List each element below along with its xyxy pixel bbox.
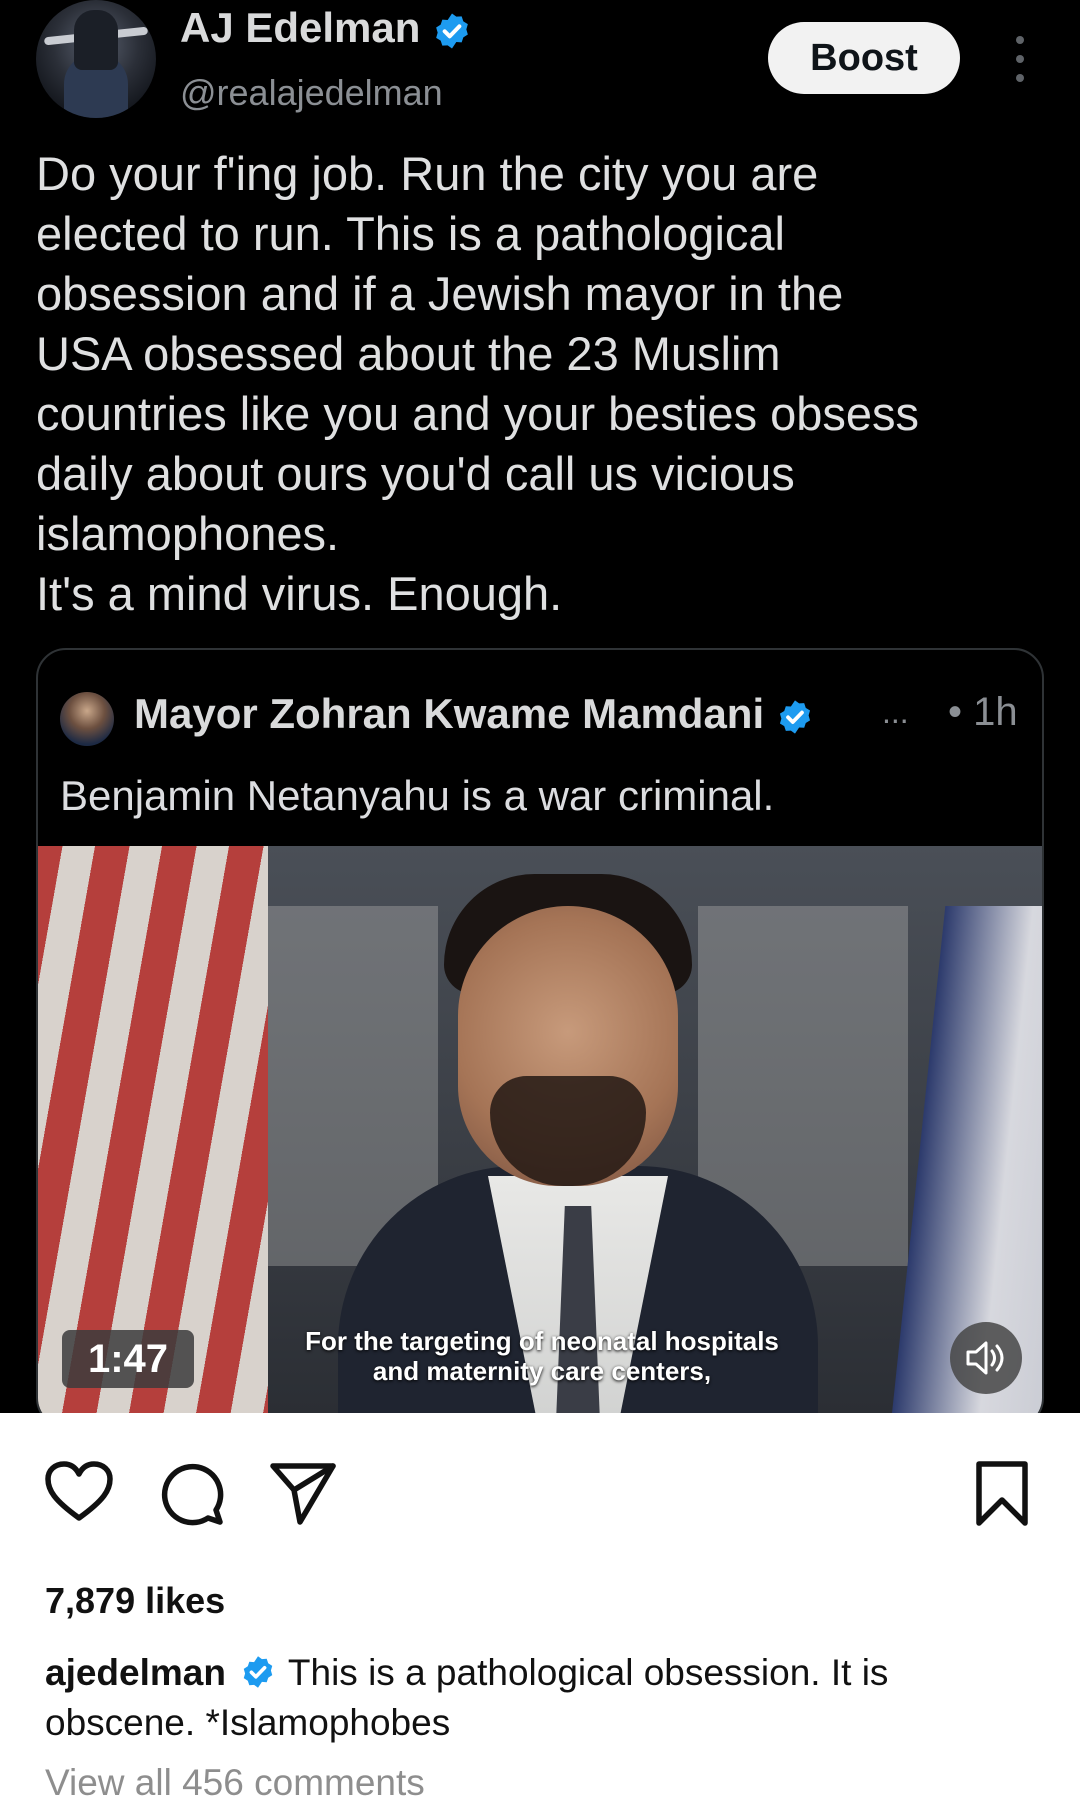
quote-author-avatar[interactable] <box>60 692 114 746</box>
quote-author[interactable]: Mayor Zohran Kwame Mamdani <box>134 690 814 738</box>
bookmark-icon[interactable] <box>974 1460 1030 1528</box>
tweet-line: countries like you and your besties obse… <box>36 387 920 440</box>
comment-icon[interactable] <box>158 1460 226 1528</box>
quote-author-name[interactable]: Mayor Zohran Kwame Mamdani <box>134 690 764 737</box>
boost-button[interactable]: Boost <box>768 22 960 94</box>
tweet-body: Do your f'ing job. Run the city you are … <box>36 144 1056 624</box>
quote-timestamp[interactable]: • 1h <box>948 690 1018 735</box>
quoted-tweet[interactable]: Mayor Zohran Kwame Mamdani ... • 1h Benj… <box>36 648 1044 1413</box>
author-avatar[interactable] <box>36 0 156 118</box>
verified-badge-icon <box>779 700 810 734</box>
tweet-line: It's a mind virus. Enough. <box>36 567 563 620</box>
tweet-author[interactable]: AJ Edelman <box>180 4 472 52</box>
tweet-line: Do your f'ing job. Run the city you are <box>36 147 819 200</box>
tweet-author-name[interactable]: AJ Edelman <box>180 4 420 51</box>
quote-name-ellipsis: ... <box>882 694 909 730</box>
volume-button[interactable] <box>950 1322 1022 1394</box>
caption-username[interactable]: ajedelman <box>45 1652 226 1693</box>
tweet-screenshot: AJ Edelman @realajedelman Boost Do your … <box>0 0 1080 1413</box>
verified-badge-icon <box>244 1656 273 1688</box>
tweet-line: elected to run. This is a pathological <box>36 207 785 260</box>
tweet-line: obsession and if a Jewish mayor in the <box>36 267 844 320</box>
tweet-line: islamophones. <box>36 507 340 560</box>
post-action-bar <box>0 1460 1080 1536</box>
likes-count[interactable]: 7,879 likes <box>45 1580 225 1622</box>
tweet-line: USA obsessed about the 23 Muslim <box>36 327 781 380</box>
heart-icon[interactable] <box>44 1460 114 1524</box>
tweet-line: daily about ours you'd call us vicious <box>36 447 795 500</box>
speaker-icon <box>966 1341 1004 1375</box>
quote-text: Benjamin Netanyahu is a war criminal. <box>60 772 775 819</box>
verified-badge-icon <box>436 13 468 49</box>
send-icon[interactable] <box>268 1460 338 1526</box>
view-all-comments-link[interactable]: View all 456 comments <box>45 1762 425 1804</box>
tweet-handle[interactable]: @realajedelman <box>180 72 443 114</box>
post-caption: ajedelman This is a pathological obsessi… <box>45 1648 1045 1748</box>
more-options-icon[interactable] <box>1010 36 1030 82</box>
video-duration: 1:47 <box>62 1330 194 1388</box>
quote-video[interactable]: For the targeting of neonatal hospitals … <box>38 846 1042 1413</box>
